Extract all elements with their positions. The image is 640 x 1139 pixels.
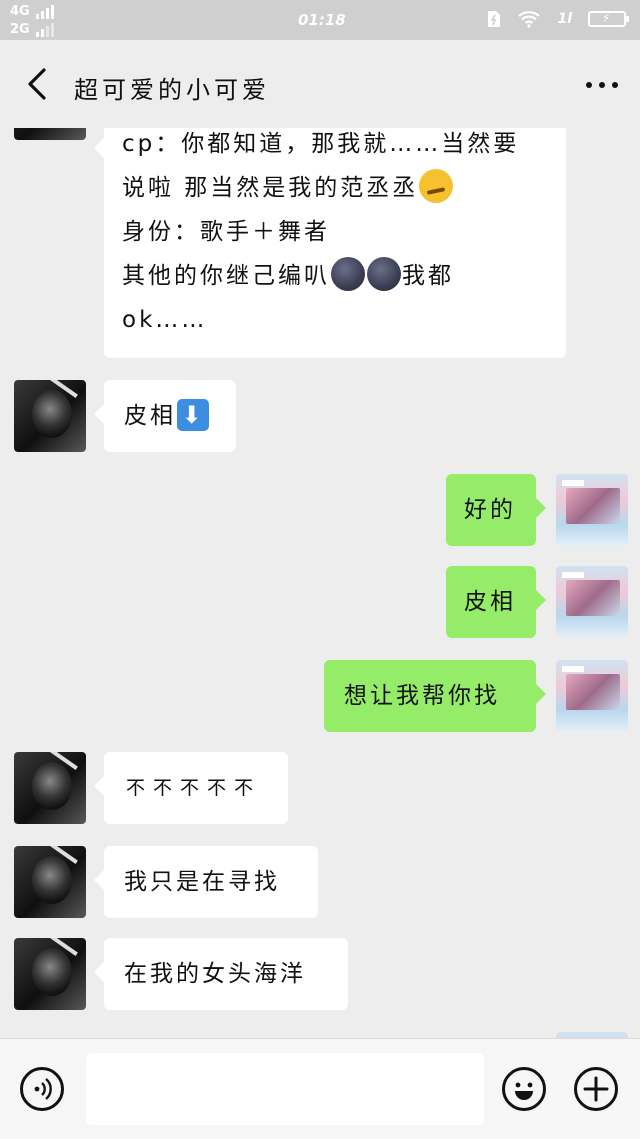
- message-text: 皮相: [464, 589, 516, 615]
- chat-header: 超可爱的小可爱: [0, 40, 640, 128]
- voice-input-icon[interactable]: [20, 1067, 64, 1111]
- message-text: 不不不不不: [126, 777, 262, 799]
- contact-avatar[interactable]: [14, 752, 86, 824]
- status-bar: 4G 2G 01:18 1l ⚡: [0, 0, 640, 40]
- contact-avatar[interactable]: [14, 846, 86, 918]
- contact-avatar[interactable]: [14, 380, 86, 452]
- message-line: 身份：歌手＋舞者: [122, 219, 330, 245]
- input-bar: [0, 1038, 640, 1139]
- signal-2g: 2G: [10, 22, 56, 37]
- message-bubble-outgoing[interactable]: 好的: [446, 474, 546, 546]
- message-line: 其他的你继己编叭 我都: [122, 254, 566, 298]
- message-bubble-outgoing[interactable]: 想让我帮你找: [324, 660, 546, 732]
- message-line-tail: 我都: [402, 263, 454, 289]
- message-text: 在我的女头海洋: [124, 961, 306, 987]
- message-list[interactable]: cp：你都知道，那我就……当然要 说啦 那当然是我的范丞丞 身份：歌手＋舞者 其…: [0, 128, 640, 1038]
- message-input[interactable]: [86, 1053, 484, 1125]
- message-line: ok……: [122, 307, 208, 333]
- signal-bars-icon: [36, 4, 56, 19]
- sim-icon: [488, 11, 501, 27]
- add-plus-icon[interactable]: [574, 1067, 618, 1111]
- more-dots-icon[interactable]: [584, 66, 620, 102]
- message-line-text: 其他的你继己编叭: [122, 263, 330, 289]
- message-bubble-incoming[interactable]: cp：你都知道，那我就……当然要 说啦 那当然是我的范丞丞 身份：歌手＋舞者 其…: [94, 128, 566, 358]
- chat-title: 超可爱的小可爱: [74, 76, 270, 104]
- message-text: 好的: [464, 497, 516, 523]
- message-bubble-outgoing[interactable]: 皮相: [446, 566, 546, 638]
- message-text: 我只是在寻找: [124, 869, 280, 895]
- emoji-face-icon[interactable]: [502, 1067, 546, 1111]
- message-bubble-incoming[interactable]: 我只是在寻找: [94, 846, 318, 918]
- new-moon-face-emoji-icon: [367, 256, 401, 291]
- clock: 01:18: [298, 11, 346, 29]
- smirk-emoji-icon: [419, 168, 454, 203]
- contact-avatar[interactable]: [14, 128, 86, 140]
- message-text: 想让我帮你找: [344, 683, 500, 709]
- message-text: 皮相: [124, 403, 176, 429]
- status-icons: 1l ⚡: [487, 10, 629, 28]
- message-bubble-incoming[interactable]: 不不不不不: [94, 752, 288, 824]
- message-line-text: 说啦 那当然是我的范丞丞: [122, 175, 419, 201]
- my-avatar[interactable]: [556, 474, 628, 546]
- back-arrow-icon[interactable]: [22, 64, 62, 104]
- signal-4g: 4G: [10, 4, 56, 19]
- new-moon-face-emoji-icon: [331, 256, 365, 291]
- signal-bars-icon: [36, 22, 56, 37]
- battery-charging-icon: ⚡: [588, 11, 629, 27]
- contact-avatar[interactable]: [14, 938, 86, 1010]
- mobile-data-signal: 1l: [557, 11, 572, 27]
- message-line: cp：你都知道，那我就……当然要: [122, 131, 520, 157]
- wifi-icon: [518, 11, 541, 28]
- message-bubble-incoming[interactable]: 在我的女头海洋: [94, 938, 348, 1010]
- charge-glyph: ⚡: [602, 11, 611, 25]
- network-label-2g: 2G: [10, 22, 30, 37]
- my-avatar[interactable]: [556, 660, 628, 732]
- message-line: 说啦 那当然是我的范丞丞: [122, 166, 566, 210]
- down-arrow-emoji-icon: ⬇: [177, 398, 209, 431]
- message-bubble-incoming[interactable]: 皮相 ⬇: [94, 380, 236, 452]
- my-avatar[interactable]: [556, 566, 628, 638]
- network-label-4g: 4G: [10, 4, 30, 19]
